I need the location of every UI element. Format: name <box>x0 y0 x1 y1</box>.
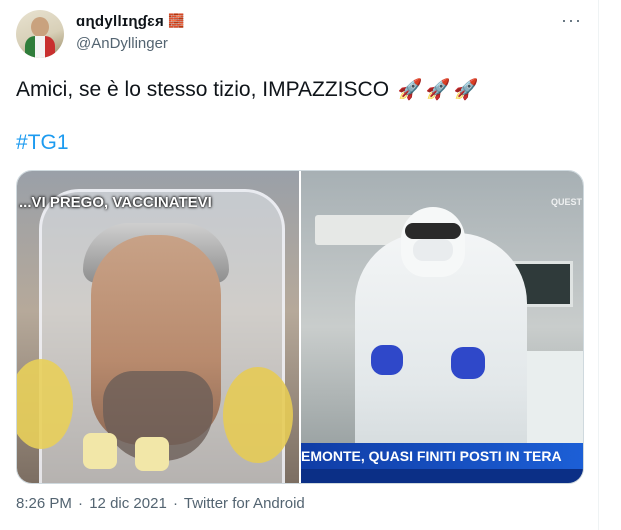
author-handle[interactable]: @AnDyllinger <box>76 35 168 52</box>
face-mask <box>413 239 453 261</box>
ticker-bar <box>301 469 583 483</box>
meta-separator-2: · <box>172 495 178 512</box>
media-image-right[interactable]: QUEST EMONTE, QUASI FINITI POSTI IN TERA <box>301 171 583 483</box>
tweet-date[interactable]: 12 dic 2021 <box>89 495 167 512</box>
display-name[interactable]: ɑɳdyllɪɳɠɛя <box>76 13 164 30</box>
cap-right <box>135 437 169 471</box>
cap-left <box>83 433 117 469</box>
glove-right <box>451 347 485 379</box>
more-options-icon[interactable]: ··· <box>561 10 582 31</box>
tweet-meta: 8:26 PM · 12 dic 2021 · Twitter for Andr… <box>16 495 305 512</box>
avatar-head <box>31 17 49 37</box>
channel-logo: QUEST <box>551 197 583 207</box>
meta-separator: · <box>78 495 84 512</box>
tweet-body: Amici, se è lo stesso tizio, IMPAZZISCO <box>16 78 390 101</box>
avatar[interactable] <box>16 10 64 58</box>
hashtag-link[interactable]: #TG1 <box>16 131 69 155</box>
media-grid: ...VI PREGO, VACCINATEVI QUEST EMONTE, Q… <box>16 170 584 484</box>
tweet-time[interactable]: 8:26 PM <box>16 495 72 512</box>
brick-emoji: 🧱 <box>168 13 185 28</box>
rocket-emoji-1: 🚀 <box>397 79 423 101</box>
media-image-left[interactable]: ...VI PREGO, VACCINATEVI <box>17 171 299 483</box>
news-ticker: EMONTE, QUASI FINITI POSTI IN TERA <box>301 443 583 469</box>
avatar-shirt <box>25 36 55 58</box>
left-caption: ...VI PREGO, VACCINATEVI <box>19 194 212 211</box>
author-name[interactable]: ɑɳdyllɪɳɠɛя 🧱 <box>76 13 185 30</box>
glove-left <box>371 345 403 375</box>
valve-right <box>223 367 293 463</box>
goggles <box>405 223 461 239</box>
tweet-card: ɑɳdyllɪɳɠɛя 🧱 @AnDyllinger ··· Amici, se … <box>0 0 599 530</box>
rocket-emoji-3: 🚀 <box>453 79 479 101</box>
rocket-emoji-2: 🚀 <box>425 79 451 101</box>
tweet-source[interactable]: Twitter for Android <box>184 495 305 512</box>
tweet-text: Amici, se è lo stesso tizio, IMPAZZISCO … <box>16 77 479 103</box>
bed <box>527 351 583 451</box>
